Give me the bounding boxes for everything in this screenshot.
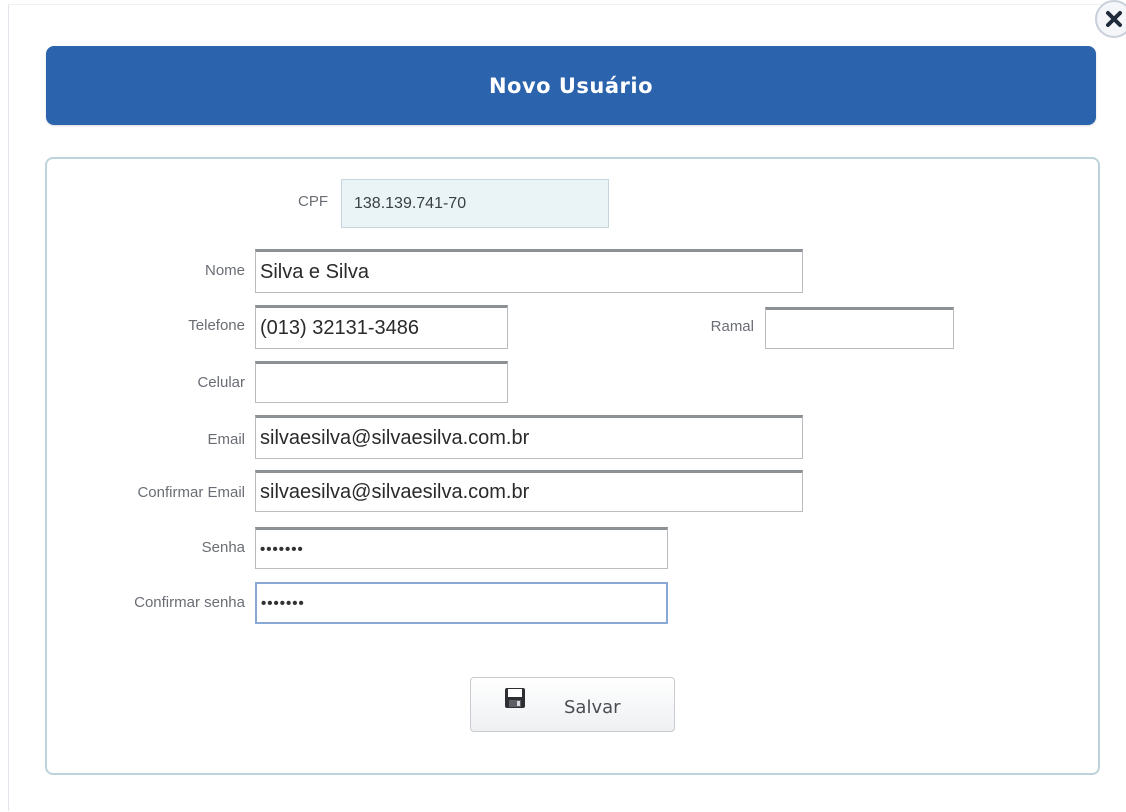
confirmar-senha-field[interactable]: •••••••	[255, 582, 668, 624]
telefone-field[interactable]: (013) 32131-3486	[255, 305, 508, 349]
email-field[interactable]: silvaesilva@silvaesilva.com.br	[255, 415, 803, 459]
confirmar-email-field[interactable]: silvaesilva@silvaesilva.com.br	[255, 470, 803, 512]
dialog-header: Novo Usuário	[46, 46, 1096, 125]
nome-label: Nome	[204, 262, 245, 279]
celular-field[interactable]	[255, 361, 508, 403]
close-icon	[1104, 9, 1124, 29]
confirmar-senha-label: Confirmar senha	[134, 594, 245, 611]
telefone-label: Telefone	[188, 317, 245, 334]
email-label: Email	[207, 431, 245, 448]
cpf-label: CPF	[298, 193, 328, 210]
save-button-label: Salvar	[564, 697, 621, 718]
close-button[interactable]	[1095, 0, 1126, 38]
senha-field[interactable]: •••••••	[255, 527, 668, 569]
dialog-title: Novo Usuário	[488, 73, 654, 98]
celular-label: Celular	[197, 374, 245, 391]
ramal-field[interactable]	[765, 307, 954, 349]
senha-label: Senha	[201, 539, 245, 556]
floppy-disk-icon	[504, 687, 526, 714]
cpf-field: 138.139.741-70	[341, 179, 609, 228]
ramal-label: Ramal	[710, 318, 754, 335]
confirmar-email-label: Confirmar Email	[137, 484, 245, 501]
nome-field[interactable]: Silva e Silva	[255, 249, 803, 293]
save-button[interactable]: Salvar	[470, 677, 675, 732]
